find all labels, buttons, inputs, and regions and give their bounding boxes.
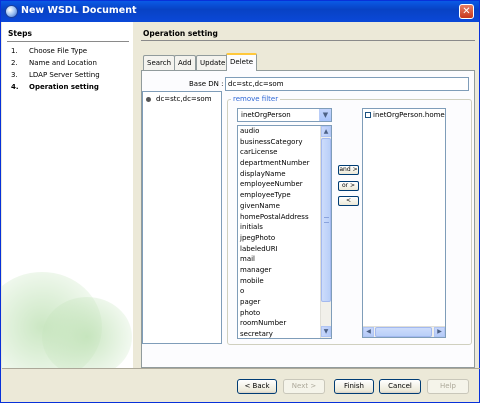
list-item[interactable]: manager — [238, 265, 331, 276]
close-button[interactable]: ✕ — [459, 4, 474, 19]
remove-filter-label: remove filter — [231, 95, 281, 103]
title-divider — [141, 40, 475, 41]
page-title: Operation setting — [143, 29, 218, 38]
scroll-thumb[interactable] — [321, 138, 331, 302]
list-item[interactable]: secretary — [238, 329, 331, 338]
list-item[interactable]: carLicense — [238, 147, 331, 158]
base-dn-field[interactable]: dc=stc,dc=som — [225, 77, 469, 91]
tab-update[interactable]: Update — [196, 55, 230, 70]
object-class-value: inetOrgPerson — [241, 111, 291, 119]
step-number: 2. — [11, 59, 18, 67]
step-item-current: 4. Operation setting — [11, 83, 99, 91]
filter-label: inetOrgPerson.homePh — [373, 111, 446, 119]
list-item[interactable]: photo — [238, 308, 331, 319]
app-icon — [5, 5, 18, 18]
scroll-right-icon[interactable]: ▶ — [434, 327, 445, 337]
list-item[interactable]: employeeNumber — [238, 179, 331, 190]
main-panel: Operation setting Search Add Update Dele… — [133, 22, 479, 368]
finish-button[interactable]: Finish — [334, 379, 374, 394]
step-number: 4. — [11, 83, 19, 91]
list-item[interactable]: mail — [238, 254, 331, 265]
horizontal-scrollbar[interactable]: ◀ ▶ — [363, 326, 445, 337]
next-button[interactable]: Next > — [283, 379, 325, 394]
list-item[interactable]: labeledURI — [238, 244, 331, 255]
step-item: 2. Name and Location — [11, 59, 97, 67]
tab-delete[interactable]: Delete — [226, 53, 257, 71]
list-item[interactable]: homePostalAddress — [238, 212, 331, 223]
steps-divider — [7, 41, 129, 42]
list-item[interactable]: employeeType — [238, 190, 331, 201]
scroll-down-icon[interactable]: ▼ — [321, 326, 331, 337]
scroll-thumb[interactable] — [375, 327, 432, 337]
list-item[interactable]: businessCategory — [238, 137, 331, 148]
steps-panel: Steps 1. Choose File Type 2. Name and Loca… — [2, 22, 133, 368]
scroll-left-icon[interactable]: ◀ — [363, 327, 374, 337]
or-button[interactable]: or > — [338, 181, 359, 191]
vertical-scrollbar[interactable]: ▲ ▼ — [320, 126, 331, 338]
list-item[interactable]: jpegPhoto — [238, 233, 331, 244]
list-item[interactable]: pager — [238, 297, 331, 308]
steps-heading: Steps — [8, 29, 32, 38]
and-button[interactable]: and > — [338, 165, 359, 175]
list-item[interactable]: mobile — [238, 276, 331, 287]
step-label: Choose File Type — [29, 47, 88, 55]
step-item: 3. LDAP Server Setting — [11, 71, 100, 79]
step-label: LDAP Server Setting — [29, 71, 100, 79]
cancel-button[interactable]: Cancel — [379, 379, 421, 394]
list-item[interactable]: departmentNumber — [238, 158, 331, 169]
decorative-graphic — [42, 297, 132, 368]
step-item: 1. Choose File Type — [11, 47, 87, 55]
tree-node-icon — [146, 97, 151, 102]
help-button[interactable]: Help — [427, 379, 469, 394]
base-dn-label: Base DN : — [189, 80, 224, 88]
list-item[interactable]: roomNumber — [238, 318, 331, 329]
chevron-down-icon[interactable]: ▼ — [319, 109, 331, 121]
remove-button[interactable]: < — [338, 196, 359, 206]
list-item[interactable]: initials — [238, 222, 331, 233]
attribute-list[interactable]: audio businessCategory carLicense depart… — [237, 125, 332, 339]
object-class-select[interactable]: inetOrgPerson ▼ — [237, 108, 332, 122]
scroll-up-icon[interactable]: ▲ — [321, 126, 331, 137]
step-number: 1. — [11, 47, 18, 55]
step-label: Name and Location — [29, 59, 97, 67]
checkbox-icon[interactable] — [365, 112, 371, 118]
dn-tree[interactable]: dc=stc,dc=som — [142, 91, 222, 344]
window-title: New WSDL Document — [21, 5, 137, 16]
list-item[interactable]: inetOrgPerson.homePh — [365, 111, 446, 119]
step-label: Operation setting — [29, 83, 99, 91]
title-bar[interactable]: New WSDL Document ✕ — [1, 1, 479, 22]
list-item[interactable]: o — [238, 286, 331, 297]
list-item[interactable]: audio — [238, 126, 331, 137]
back-button[interactable]: < Back — [237, 379, 277, 394]
list-item[interactable]: givenName — [238, 201, 331, 212]
footer-divider — [2, 368, 480, 369]
selected-filter-list[interactable]: inetOrgPerson.homePh ◀ ▶ — [362, 108, 446, 338]
grip-icon — [324, 217, 329, 223]
wizard-window: New WSDL Document ✕ Steps 1. Choose File … — [0, 0, 480, 403]
tree-node[interactable]: dc=stc,dc=som — [156, 95, 212, 103]
close-icon: ✕ — [462, 6, 471, 17]
step-number: 3. — [11, 71, 18, 79]
tab-search[interactable]: Search — [143, 55, 176, 70]
list-item[interactable]: displayName — [238, 169, 331, 180]
tab-add[interactable]: Add — [174, 55, 196, 70]
